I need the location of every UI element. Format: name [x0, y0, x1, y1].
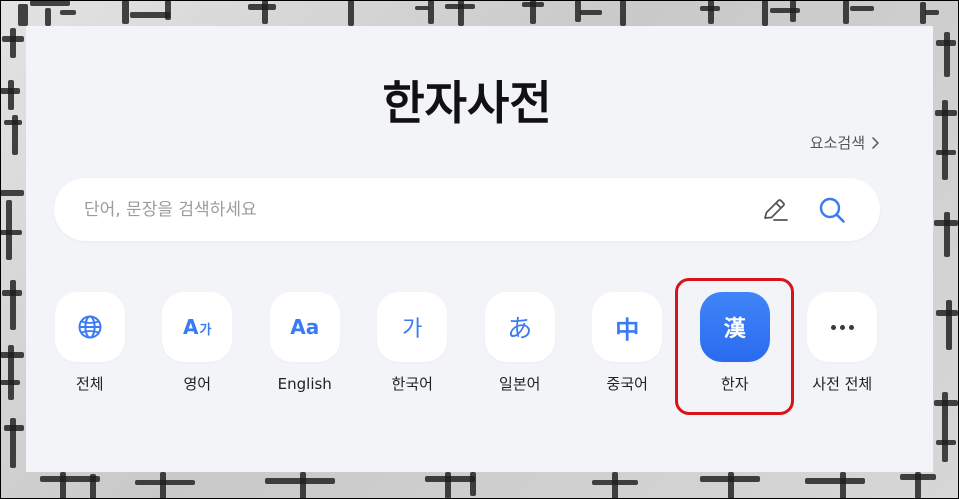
element-search-link[interactable]: 요소검색: [810, 133, 880, 153]
category-icon-box: 中: [592, 292, 663, 362]
background-stroke: [708, 0, 714, 24]
background-stroke: [8, 80, 14, 110]
background-stroke: [8, 345, 14, 400]
background-stroke: [942, 100, 948, 180]
category-all[interactable]: 전체: [36, 292, 144, 394]
category-icon-box: [807, 292, 878, 362]
background-stroke: [942, 392, 948, 462]
category-icon-box-selected: 漢: [699, 292, 770, 362]
category-chinese[interactable]: 中 중국어: [574, 292, 682, 394]
background-stroke: [728, 472, 734, 499]
category-icon-box: Aa: [269, 292, 340, 362]
glyph-main: A: [183, 315, 199, 339]
background-stroke: [10, 28, 16, 58]
search-input[interactable]: [84, 178, 724, 241]
background-stroke: [840, 472, 846, 499]
category-all-dictionaries[interactable]: 사전 전체: [789, 292, 897, 394]
background-stroke: [580, 10, 602, 15]
background-stroke: [936, 150, 956, 155]
background-stroke: [160, 472, 166, 499]
background-stroke: [843, 0, 849, 24]
chinese-icon: 中: [615, 315, 640, 344]
background-stroke: [915, 472, 921, 499]
background-stroke: [790, 0, 796, 22]
background-stroke: [850, 6, 874, 11]
category-icon-box: A 가: [162, 292, 233, 362]
category-icon-box: あ: [484, 292, 555, 362]
background-stroke: [10, 418, 16, 468]
background-stroke: [90, 474, 96, 499]
background-stroke: [445, 472, 451, 499]
category-hanja[interactable]: 漢 한자: [675, 278, 795, 415]
background-stroke: [30, 0, 70, 6]
category-english[interactable]: Aa English: [251, 292, 359, 394]
more-icon: [830, 324, 854, 330]
background-stroke: [165, 0, 171, 20]
category-label: 중국어: [606, 375, 648, 393]
background-stroke: [936, 440, 956, 445]
background-stroke: [530, 0, 536, 24]
background-stroke: [348, 0, 354, 26]
background-stroke: [130, 12, 170, 18]
dictionary-panel: 한자사전 요소검색 단어, 문장을 검색하세요 전체 A 가 영어 Aa Eng…: [26, 26, 933, 472]
background-stroke: [944, 212, 950, 257]
background-stroke: [300, 472, 306, 499]
search-icon: [819, 197, 845, 223]
background-stroke: [262, 0, 268, 24]
search-bar: [54, 178, 880, 241]
category-label: 사전 전체: [812, 375, 873, 393]
category-icon-box: [54, 292, 125, 362]
background-stroke: [925, 10, 939, 15]
chevron-right-icon: [872, 137, 879, 149]
background-stroke: [45, 8, 51, 26]
globe-icon: [78, 315, 102, 339]
background-stroke: [0, 380, 20, 385]
background-stroke: [0, 190, 24, 196]
background-stroke: [10, 280, 16, 330]
background-stroke: [458, 0, 464, 26]
category-japanese[interactable]: あ 일본어: [466, 292, 574, 394]
background-stroke: [12, 115, 18, 155]
hanja-icon: 漢: [723, 317, 746, 342]
english-korean-icon: A 가: [183, 315, 211, 339]
glyph-sub: 가: [199, 323, 212, 338]
background-stroke: [946, 300, 952, 350]
background-stroke: [805, 478, 865, 484]
handwriting-button[interactable]: [760, 195, 790, 225]
background-stroke: [470, 472, 476, 496]
english-icon: Aa: [290, 315, 320, 339]
category-korean[interactable]: 가 한국어: [359, 292, 467, 394]
search-button[interactable]: [817, 195, 847, 225]
category-label: 한자: [720, 375, 749, 393]
element-search-label: 요소검색: [809, 134, 865, 152]
category-label: 일본어: [499, 375, 541, 393]
background-stroke: [415, 6, 429, 10]
korean-icon: 가: [402, 317, 423, 342]
category-label: 전체: [75, 375, 104, 393]
background-stroke: [18, 4, 28, 26]
category-label: English: [277, 375, 332, 393]
background-stroke: [0, 230, 22, 235]
japanese-icon: あ: [507, 314, 533, 343]
category-english-korean[interactable]: A 가 영어: [144, 292, 252, 394]
background-stroke: [620, 0, 626, 26]
background-stroke: [60, 472, 66, 499]
background-stroke: [428, 0, 434, 24]
background-stroke: [612, 472, 618, 499]
category-list: 전체 A 가 영어 Aa English 가 한국어 あ 일본어 中 중국어 漢…: [36, 278, 897, 415]
category-icon-box: 가: [377, 292, 448, 362]
background-stroke: [762, 0, 768, 26]
page-title: 한자사전: [382, 76, 552, 130]
background-stroke: [122, 0, 129, 24]
pen-icon: [764, 199, 788, 221]
category-label: 한국어: [391, 375, 433, 393]
category-label: 영어: [183, 375, 212, 393]
background-stroke: [944, 32, 950, 77]
background-stroke: [60, 10, 76, 15]
